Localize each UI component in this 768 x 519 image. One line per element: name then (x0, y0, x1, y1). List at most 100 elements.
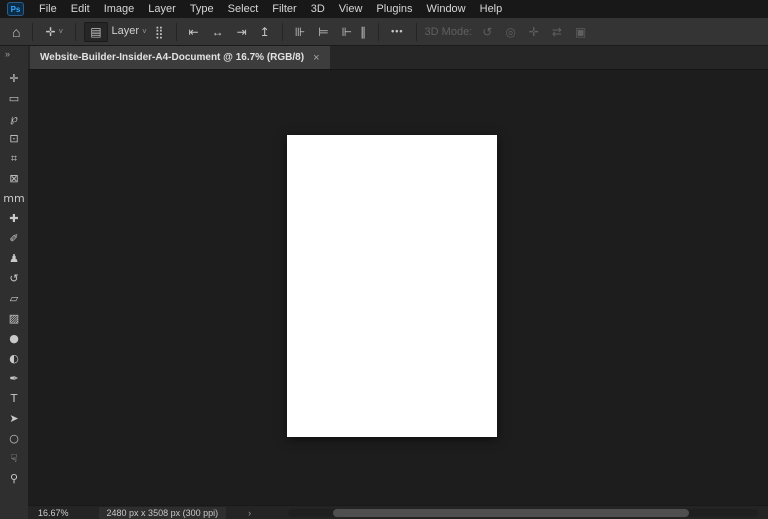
more-options-button[interactable]: ••• (387, 25, 407, 38)
menu-item[interactable]: Plugins (369, 0, 419, 18)
gradient-tool[interactable]: ▨ (0, 308, 28, 328)
3d-roll-button[interactable]: ◎ (501, 24, 519, 40)
tool-icon: ✒ (9, 373, 18, 384)
align-icon: ⇤ (189, 26, 199, 38)
path-selection-tool[interactable]: ➤ (0, 408, 28, 428)
photoshop-logo-icon[interactable]: Ps (7, 2, 24, 16)
zoom-level[interactable]: 16.67% (38, 508, 69, 518)
tool-icon: ✛ (9, 73, 18, 84)
layers-icon: ▤ (90, 26, 101, 38)
menu-item[interactable]: Window (420, 0, 473, 18)
tool-icon: ◐ (9, 353, 19, 364)
menu-item[interactable]: Filter (265, 0, 303, 18)
shape-tool[interactable]: ○ (0, 428, 28, 448)
distribute-vertical-button[interactable]: ⊪ (291, 24, 309, 40)
tool-icon: ℘ (10, 113, 18, 124)
move-tool-icon: ✛ (45, 26, 55, 38)
lasso-tool[interactable]: ℘ (0, 108, 28, 128)
distribute-evenly-button[interactable]: ⊩ (338, 24, 356, 40)
distribute-icon: ⊩ (342, 26, 352, 38)
history-brush-tool[interactable]: ↺ (0, 268, 28, 288)
eraser-tool[interactable]: ▱ (0, 288, 28, 308)
3d-orbit-button[interactable]: ↺ (478, 24, 496, 40)
tool-icon: ✐ (9, 233, 18, 244)
tool-icon: ▨ (9, 313, 19, 324)
separator (176, 23, 177, 41)
type-tool[interactable]: T (0, 388, 28, 408)
distribute-icon: ⊨ (318, 26, 328, 38)
distribute-spacing-icon: ∥ (360, 26, 366, 38)
tool-icon: ⚲ (10, 473, 18, 484)
auto-select-toggle[interactable]: ▤ (84, 22, 107, 42)
tab-close-icon[interactable]: × (313, 52, 319, 64)
marquee-tool[interactable]: ▭ (0, 88, 28, 108)
tool-icon: ♟ (9, 253, 19, 264)
menu-item[interactable]: View (332, 0, 370, 18)
dodge-tool[interactable]: ◐ (0, 348, 28, 368)
3d-mode-icon: ✛ (529, 26, 539, 38)
hand-tool[interactable]: ☟ (0, 448, 28, 468)
tool-icon: ✚ (9, 213, 18, 224)
status-menu-chevron-icon[interactable]: › (248, 508, 251, 518)
menu-item[interactable]: Image (97, 0, 142, 18)
document-canvas[interactable] (287, 135, 497, 437)
menu-item[interactable]: Type (183, 0, 221, 18)
horizontal-scrollbar[interactable] (288, 509, 758, 517)
menu-item[interactable]: Select (221, 0, 266, 18)
move-tool[interactable]: ✛ (0, 68, 28, 88)
distribute-icon: ⊪ (295, 26, 305, 38)
menu-item[interactable]: 3D (304, 0, 332, 18)
transform-controls-toggle[interactable]: ⣿ (151, 24, 168, 40)
brush-tool[interactable]: ✐ (0, 228, 28, 248)
align-icon: ↥ (260, 26, 270, 38)
canvas-area[interactable] (28, 70, 768, 505)
clone-stamp-tool[interactable]: ♟ (0, 248, 28, 268)
blur-tool[interactable]: ● (0, 328, 28, 348)
frame-tool[interactable]: ⊠ (0, 168, 28, 188)
3d-camera-button[interactable]: ▣ (571, 24, 590, 40)
3d-mode-icon: ▣ (575, 26, 586, 38)
separator (32, 23, 33, 41)
align-horizontal-centers-button[interactable]: ↔ (208, 24, 228, 40)
transform-controls-icon: ⣿ (155, 26, 164, 38)
menu-item[interactable]: Layer (141, 0, 183, 18)
ellipsis-icon: ••• (391, 27, 403, 36)
document-tab-bar: Website-Builder-Insider-A4-Document @ 16… (28, 46, 768, 70)
tool-icon: ➤ (9, 413, 18, 424)
crop-tool[interactable]: ⌗ (0, 148, 28, 168)
zoom-tool[interactable]: ⚲ (0, 468, 28, 488)
3d-mode-icon: ↺ (482, 26, 492, 38)
menu-item[interactable]: Edit (64, 0, 97, 18)
tool-list: ✛ ▭ ℘ ⊡ ⌗ ⊠ (0, 68, 28, 488)
distribute-spacing-button[interactable]: ∥ (356, 24, 370, 40)
document-tab[interactable]: Website-Builder-Insider-A4-Document @ 16… (30, 46, 330, 69)
menu-item[interactable]: Help (473, 0, 510, 18)
align-right-edges-button[interactable]: ⇥ (233, 24, 251, 40)
3d-slide-button[interactable]: ⇄ (548, 24, 566, 40)
toolbar-collapse-button[interactable]: » (0, 46, 28, 62)
status-bar: 16.67% 2480 px x 3508 px (300 ppi) › (28, 505, 768, 519)
menu-item[interactable]: File (32, 0, 64, 18)
eyedropper-tool[interactable]: mm (0, 188, 28, 208)
tool-icon: ○ (9, 433, 19, 444)
align-icon: ↔ (212, 26, 224, 38)
align-top-edges-button[interactable]: ↥ (256, 24, 274, 40)
scrollbar-thumb[interactable] (333, 509, 689, 517)
healing-brush-tool[interactable]: ✚ (0, 208, 28, 228)
tool-icon: ↺ (9, 273, 18, 284)
3d-mode-icon: ⇄ (552, 26, 562, 38)
distribute-horizontal-button[interactable]: ⊨ (314, 24, 332, 40)
tool-icon: ⌗ (11, 153, 17, 164)
align-left-edges-button[interactable]: ⇤ (185, 24, 203, 40)
tool-icon: ⊡ (9, 133, 18, 144)
separator (75, 23, 76, 41)
move-tool-preset-button[interactable]: ✛ ˅ (41, 24, 67, 40)
tool-icon: ▱ (10, 293, 18, 304)
3d-pan-button[interactable]: ✛ (525, 24, 543, 40)
object-selection-tool[interactable]: ⊡ (0, 128, 28, 148)
auto-select-target-dropdown[interactable]: Layer ˅ (108, 24, 151, 39)
home-button[interactable]: ⌂ (8, 23, 24, 41)
align-icon: ⇥ (237, 26, 247, 38)
3d-mode-icon: ◎ (505, 26, 515, 38)
pen-tool[interactable]: ✒ (0, 368, 28, 388)
